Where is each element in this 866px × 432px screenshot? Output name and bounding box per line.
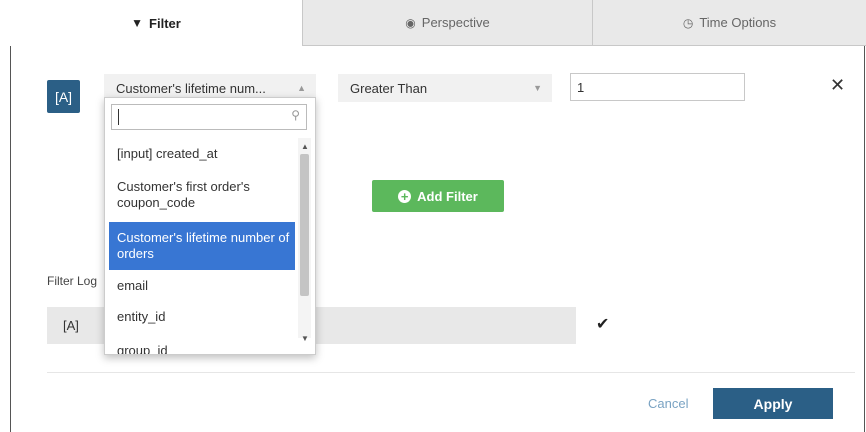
tab-bar: ▼ Filter ◉ Perspective ◷ Time Options [10,0,866,46]
tab-time-options[interactable]: ◷ Time Options [592,0,866,46]
dropdown-option[interactable]: entity_id [109,304,295,330]
dropdown-option-selected[interactable]: Customer's lifetime number of orders [109,222,295,270]
confirm-check-icon[interactable]: ✔ [596,314,609,334]
filter-value-input[interactable]: 1 [570,73,745,101]
filter-icon: ▼ [131,16,144,30]
remove-filter-icon[interactable]: ✕ [830,75,845,96]
add-filter-label: Add Filter [417,188,478,204]
search-icon: ⚲ [291,108,300,122]
chevron-down-icon: ▼ [533,83,542,93]
tab-filter-label: Filter [149,15,181,31]
scroll-down-icon[interactable]: ▼ [301,334,309,343]
add-filter-button[interactable]: + Add Filter [372,180,504,212]
tab-time-options-label: Time Options [699,15,777,30]
text-cursor [118,109,119,125]
column-select-value: Customer's lifetime num... [116,80,266,96]
cancel-button[interactable]: Cancel [648,396,688,411]
filter-alias-badge: [A] [47,80,80,113]
operator-select[interactable]: Greater Than ▼ [338,74,552,102]
dropdown-option[interactable]: group_id [109,338,295,354]
dropdown-search-input[interactable]: ⚲ [111,104,307,130]
apply-button[interactable]: Apply [713,388,833,419]
filter-logic-label: Filter Log [47,274,98,288]
dropdown-option[interactable]: [input] created_at [109,141,295,167]
operator-select-value: Greater Than [350,80,428,96]
tab-perspective-label: Perspective [421,15,490,30]
eye-icon: ◉ [405,15,416,30]
dropdown-scrollbar-thumb[interactable] [300,154,309,296]
footer-divider [47,372,855,373]
plus-circle-icon: + [398,189,412,203]
dropdown-option[interactable]: Customer's first order's coupon_code [109,172,295,218]
dropdown-option[interactable]: email [109,273,295,299]
clock-icon: ◷ [682,15,694,30]
column-dropdown: ⚲ [input] created_at Customer's first or… [104,97,316,355]
chevron-down-icon: ▲ [297,83,306,93]
tab-filter[interactable]: ▼ Filter [10,0,302,46]
tab-perspective[interactable]: ◉ Perspective [302,0,592,46]
scroll-up-icon[interactable]: ▲ [301,142,309,151]
